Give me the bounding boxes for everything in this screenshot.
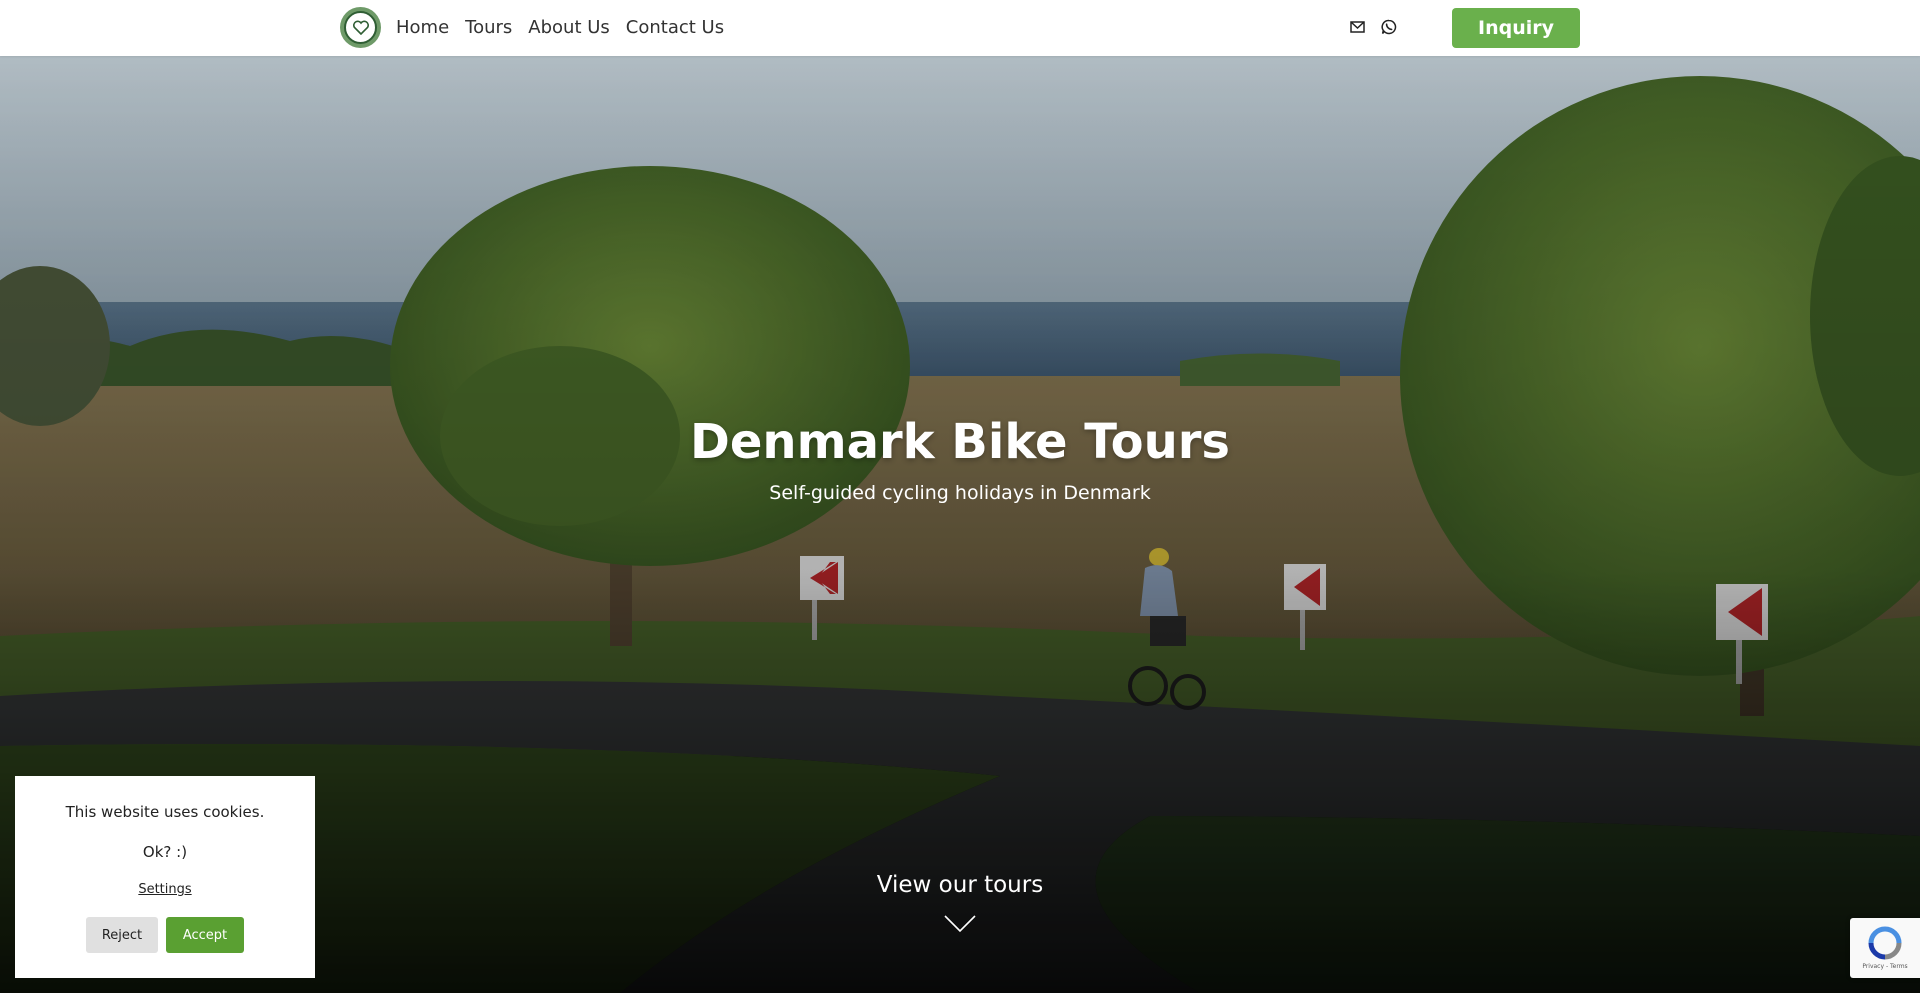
main-nav: Home Tours About Us Contact Us bbox=[396, 0, 724, 54]
inquiry-button[interactable]: Inquiry bbox=[1452, 8, 1580, 48]
nav-about-us[interactable]: About Us bbox=[528, 17, 610, 38]
nav-contact-us[interactable]: Contact Us bbox=[626, 17, 724, 38]
recaptcha-icon bbox=[1866, 926, 1904, 960]
hero-title: Denmark Bike Tours bbox=[690, 414, 1230, 470]
chevron-down-icon[interactable] bbox=[944, 914, 976, 934]
cookie-settings-link[interactable]: Settings bbox=[15, 882, 315, 897]
site-logo[interactable] bbox=[340, 7, 381, 48]
accept-button[interactable]: Accept bbox=[166, 917, 244, 953]
whatsapp-icon[interactable] bbox=[1380, 18, 1398, 36]
view-tours-link[interactable]: View our tours bbox=[860, 872, 1060, 898]
cookie-banner: This website uses cookies. Ok? :) Settin… bbox=[15, 776, 315, 978]
heart-icon bbox=[344, 11, 377, 44]
nav-home[interactable]: Home bbox=[396, 17, 449, 38]
mail-icon[interactable] bbox=[1348, 18, 1366, 36]
nav-tours[interactable]: Tours bbox=[465, 17, 512, 38]
hero-subtitle: Self-guided cycling holidays in Denmark bbox=[769, 482, 1151, 504]
recaptcha-footer: Privacy - Terms bbox=[1862, 963, 1908, 970]
cookie-question: Ok? :) bbox=[142, 843, 188, 861]
site-header: Home Tours About Us Contact Us Inquiry bbox=[0, 0, 1920, 56]
cookie-message: This website uses cookies. bbox=[65, 803, 265, 821]
reject-button[interactable]: Reject bbox=[86, 917, 158, 953]
contact-icons bbox=[1348, 18, 1398, 36]
recaptcha-badge[interactable]: Privacy - Terms bbox=[1850, 918, 1920, 978]
